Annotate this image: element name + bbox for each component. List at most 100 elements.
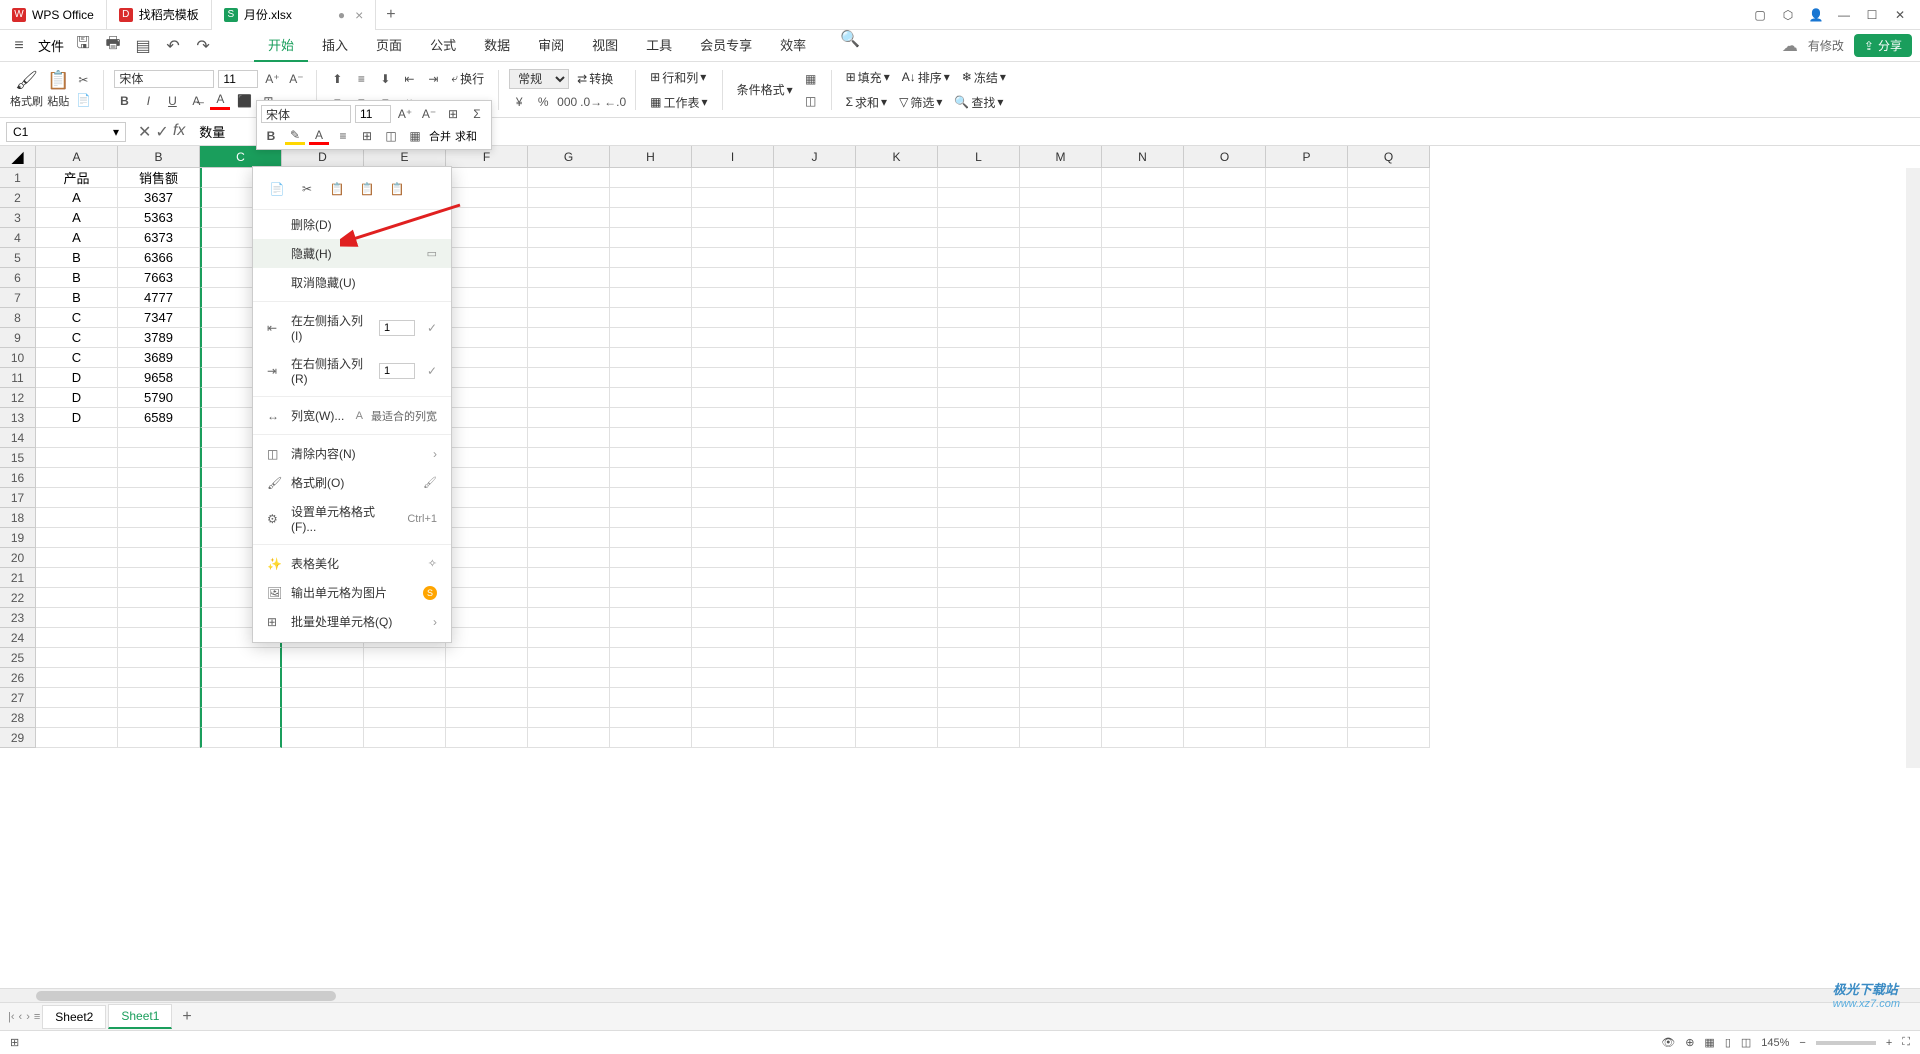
cell-G18[interactable]: [528, 508, 610, 528]
cell-M22[interactable]: [1020, 588, 1102, 608]
cell-Q26[interactable]: [1348, 668, 1430, 688]
cell-M17[interactable]: [1020, 488, 1102, 508]
row-header-24[interactable]: 24: [0, 628, 36, 648]
row-header-16[interactable]: 16: [0, 468, 36, 488]
cell-A6[interactable]: B: [36, 268, 118, 288]
cube-icon[interactable]: ⬡: [1776, 3, 1800, 27]
cell-G16[interactable]: [528, 468, 610, 488]
cell-Q1[interactable]: [1348, 168, 1430, 188]
row-header-21[interactable]: 21: [0, 568, 36, 588]
cell-K16[interactable]: [856, 468, 938, 488]
cell-G21[interactable]: [528, 568, 610, 588]
tab-efficiency[interactable]: 效率: [766, 29, 820, 62]
cell-F19[interactable]: [446, 528, 528, 548]
cell-L28[interactable]: [938, 708, 1020, 728]
cell-L19[interactable]: [938, 528, 1020, 548]
cell-K7[interactable]: [856, 288, 938, 308]
cell-Q27[interactable]: [1348, 688, 1430, 708]
paste-button[interactable]: 📋粘贴: [47, 70, 69, 109]
cell-L17[interactable]: [938, 488, 1020, 508]
cell-E29[interactable]: [364, 728, 446, 748]
cell-H16[interactable]: [610, 468, 692, 488]
cell-A11[interactable]: D: [36, 368, 118, 388]
font-name-select[interactable]: [114, 70, 214, 88]
cell-J16[interactable]: [774, 468, 856, 488]
cell-N10[interactable]: [1102, 348, 1184, 368]
cell-K5[interactable]: [856, 248, 938, 268]
cell-O8[interactable]: [1184, 308, 1266, 328]
tab-insert[interactable]: 插入: [308, 29, 362, 62]
cell-P10[interactable]: [1266, 348, 1348, 368]
mini-font-select[interactable]: [261, 105, 351, 123]
cell-reference-box[interactable]: C1 ▾: [6, 122, 126, 142]
cell-E28[interactable]: [364, 708, 446, 728]
cell-O15[interactable]: [1184, 448, 1266, 468]
cell-J4[interactable]: [774, 228, 856, 248]
cell-F24[interactable]: [446, 628, 528, 648]
cell-H11[interactable]: [610, 368, 692, 388]
cancel-formula-icon[interactable]: ✕: [138, 122, 151, 142]
cell-L3[interactable]: [938, 208, 1020, 228]
cell-J26[interactable]: [774, 668, 856, 688]
cell-P26[interactable]: [1266, 668, 1348, 688]
cell-A8[interactable]: C: [36, 308, 118, 328]
ctx-paste-values-icon[interactable]: 📋: [387, 179, 407, 199]
col-header-O[interactable]: O: [1184, 146, 1266, 168]
cell-P1[interactable]: [1266, 168, 1348, 188]
cell-N3[interactable]: [1102, 208, 1184, 228]
number-format-select[interactable]: 常规: [509, 69, 569, 89]
cell-I19[interactable]: [692, 528, 774, 548]
cell-F21[interactable]: [446, 568, 528, 588]
cell-D29[interactable]: [282, 728, 364, 748]
cell-B29[interactable]: [118, 728, 200, 748]
cell-N5[interactable]: [1102, 248, 1184, 268]
cell-B11[interactable]: 9658: [118, 368, 200, 388]
cell-N9[interactable]: [1102, 328, 1184, 348]
cell-N2[interactable]: [1102, 188, 1184, 208]
cell-H24[interactable]: [610, 628, 692, 648]
cell-J29[interactable]: [774, 728, 856, 748]
cell-K28[interactable]: [856, 708, 938, 728]
cell-N6[interactable]: [1102, 268, 1184, 288]
zoom-in-icon[interactable]: +: [1886, 1037, 1892, 1049]
mini-align-button[interactable]: ≡: [333, 127, 353, 145]
cell-B23[interactable]: [118, 608, 200, 628]
cell-F13[interactable]: [446, 408, 528, 428]
ctx-col-width[interactable]: ↔列宽(W)...A最适合的列宽: [253, 401, 451, 430]
cell-O16[interactable]: [1184, 468, 1266, 488]
cell-P12[interactable]: [1266, 388, 1348, 408]
underline-button[interactable]: U: [162, 92, 182, 110]
mini-merge-icon[interactable]: ⊞: [443, 105, 463, 123]
cell-M15[interactable]: [1020, 448, 1102, 468]
row-header-17[interactable]: 17: [0, 488, 36, 508]
cell-I13[interactable]: [692, 408, 774, 428]
cell-A25[interactable]: [36, 648, 118, 668]
strikethrough-button[interactable]: A̶: [186, 92, 206, 110]
cell-O21[interactable]: [1184, 568, 1266, 588]
cell-J14[interactable]: [774, 428, 856, 448]
cell-L25[interactable]: [938, 648, 1020, 668]
cell-Q11[interactable]: [1348, 368, 1430, 388]
settings-icon[interactable]: ⊕: [1685, 1036, 1694, 1049]
cell-M18[interactable]: [1020, 508, 1102, 528]
cell-K23[interactable]: [856, 608, 938, 628]
mini-increase-font-icon[interactable]: A⁺: [395, 105, 415, 123]
cell-H20[interactable]: [610, 548, 692, 568]
cell-M1[interactable]: [1020, 168, 1102, 188]
cell-A23[interactable]: [36, 608, 118, 628]
cell-F18[interactable]: [446, 508, 528, 528]
cell-F9[interactable]: [446, 328, 528, 348]
cell-F5[interactable]: [446, 248, 528, 268]
share-button[interactable]: ⇪ 分享: [1854, 34, 1912, 57]
tab-page[interactable]: 页面: [362, 29, 416, 62]
row-header-15[interactable]: 15: [0, 448, 36, 468]
cell-M8[interactable]: [1020, 308, 1102, 328]
chevron-down-icon[interactable]: ▾: [113, 125, 119, 139]
cell-F27[interactable]: [446, 688, 528, 708]
mini-decrease-font-icon[interactable]: A⁻: [419, 105, 439, 123]
cell-K9[interactable]: [856, 328, 938, 348]
cell-G29[interactable]: [528, 728, 610, 748]
cell-I5[interactable]: [692, 248, 774, 268]
cell-L5[interactable]: [938, 248, 1020, 268]
rows-cols-button[interactable]: ⊞行和列▾: [646, 67, 711, 88]
